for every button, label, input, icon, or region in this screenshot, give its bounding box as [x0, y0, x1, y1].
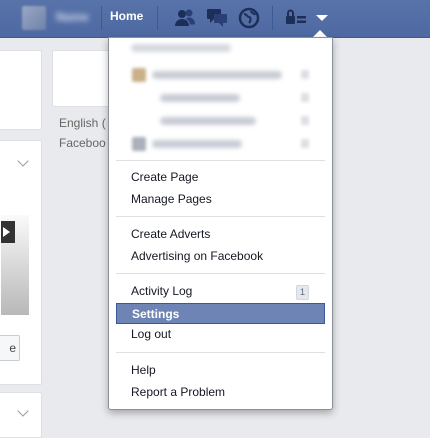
page-shortcut[interactable]	[116, 111, 325, 131]
menu-item-activity-log[interactable]: Activity Log 1	[116, 281, 325, 302]
activity-log-label: Activity Log	[131, 284, 193, 298]
page-shortcut[interactable]	[116, 134, 325, 154]
blurred-header	[131, 44, 231, 52]
friend-requests-icon[interactable]	[173, 6, 197, 30]
menu-item-manage-pages[interactable]: Manage Pages	[116, 189, 325, 210]
account-menu-caret-icon[interactable]	[310, 6, 334, 30]
chevron-down-icon[interactable]	[17, 405, 29, 417]
page-shortcut[interactable]	[116, 65, 325, 85]
page-count-blurred	[301, 70, 309, 79]
menu-item-report-problem[interactable]: Report a Problem	[116, 382, 325, 403]
page-count-blurred	[301, 93, 309, 102]
activity-log-count-badge: 1	[296, 285, 309, 300]
menu-item-logout[interactable]: Log out	[116, 324, 325, 345]
page-name-blurred	[152, 71, 282, 79]
top-navigation-bar: Name Home	[0, 0, 430, 38]
left-card	[0, 50, 42, 130]
page-name-blurred	[152, 140, 242, 148]
right-card	[52, 50, 114, 107]
widget-button[interactable]: e	[0, 335, 20, 361]
left-widget: e	[0, 140, 42, 385]
menu-item-help[interactable]: Help	[116, 360, 325, 381]
page-shortcut[interactable]	[116, 88, 325, 108]
account-dropdown-menu: Create Page Manage Pages Create Adverts …	[108, 37, 333, 410]
menu-separator	[116, 352, 325, 353]
messages-icon[interactable]	[205, 6, 229, 30]
menu-item-advertising[interactable]: Advertising on Facebook	[116, 246, 325, 267]
footer-link[interactable]: Faceboo	[59, 136, 106, 150]
page-count-blurred	[301, 116, 309, 125]
page-avatar	[132, 137, 146, 151]
menu-separator	[116, 160, 325, 161]
avatar	[22, 6, 46, 30]
notifications-globe-icon[interactable]	[237, 6, 261, 30]
profile-link[interactable]: Name	[22, 6, 102, 30]
chevron-down-icon[interactable]	[17, 155, 29, 167]
privacy-shortcuts-icon[interactable]	[284, 6, 308, 30]
play-icon[interactable]	[1, 221, 15, 243]
left-widget-2	[0, 392, 42, 438]
nav-divider	[272, 6, 273, 30]
menu-pointer	[313, 30, 327, 37]
menu-item-settings[interactable]: Settings	[116, 303, 325, 324]
page-name-blurred	[160, 94, 240, 102]
home-link[interactable]: Home	[110, 9, 143, 23]
nav-divider	[157, 6, 158, 30]
menu-item-create-adverts[interactable]: Create Adverts	[116, 224, 325, 245]
language-text: English (	[59, 116, 106, 130]
nav-divider	[101, 6, 102, 30]
page-name-blurred	[160, 117, 256, 125]
profile-name-blurred: Name	[56, 10, 89, 24]
menu-separator	[116, 216, 325, 217]
menu-separator	[116, 273, 325, 274]
menu-item-create-page[interactable]: Create Page	[116, 167, 325, 188]
page-count-blurred	[301, 139, 309, 148]
page-avatar	[132, 68, 146, 82]
